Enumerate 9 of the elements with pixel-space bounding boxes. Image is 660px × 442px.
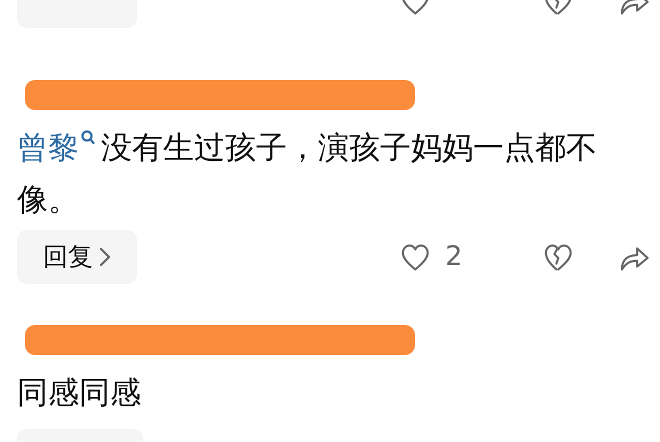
broken-heart-icon[interactable]	[544, 242, 573, 272]
search-icon	[81, 130, 95, 146]
chevron-icon	[98, 247, 111, 267]
heart-icon[interactable]	[400, 242, 430, 272]
mention-link[interactable]: 曾黎	[17, 130, 101, 166]
comment-text: 同感同感	[17, 374, 142, 413]
reply-button[interactable]: 回复	[17, 230, 137, 284]
like-count: 2	[445, 240, 464, 274]
comment-text: 曾黎 没有生过孩子，演孩子妈妈一点都不像。	[17, 129, 598, 220]
